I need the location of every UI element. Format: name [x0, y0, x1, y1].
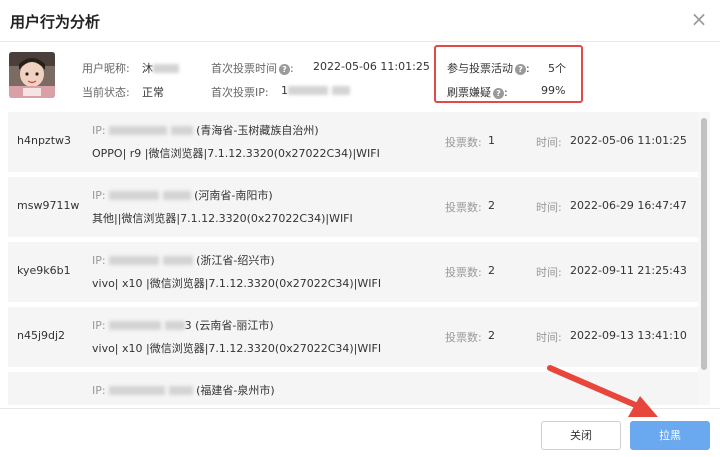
first-vote-time-label: 首次投票时间?:: [211, 62, 294, 75]
time-value: 2022-06-29 16:47:47: [570, 199, 687, 212]
vote-count-label: 投票数:: [445, 201, 482, 214]
dialog-title: 用户行为分析: [10, 13, 101, 31]
time-label: 时间:: [536, 266, 562, 279]
list-item: IP: (福建省-泉州市): [8, 372, 698, 405]
redacted-ip: [109, 386, 166, 395]
ip-line: IP: (青海省-玉树藏族自治州): [92, 124, 319, 137]
help-icon[interactable]: ?: [279, 64, 290, 75]
avatar-image: [9, 52, 55, 98]
scrollbar-thumb[interactable]: [701, 118, 707, 370]
vote-record-list[interactable]: h4npztw3 IP: (青海省-玉树藏族自治州) OPPO| r9 |微信浏…: [8, 112, 698, 405]
list-item: kye9k6b1 IP: (浙江省-绍兴市) vivo| x10 |微信浏览器|…: [8, 242, 698, 302]
device-info: vivo| x10 |微信浏览器|7.1.12.3320(0x27022C34)…: [92, 277, 382, 290]
redacted-ip: [109, 126, 168, 135]
ip-line: IP: 3 (云南省-丽江市): [92, 319, 274, 332]
record-id: h4npztw3: [17, 134, 72, 147]
status-value: 正常: [142, 86, 164, 99]
blacklist-button[interactable]: 拉黑: [630, 421, 710, 450]
ip-line: IP: (浙江省-绍兴市): [92, 254, 275, 267]
record-id: n45j9dj2: [17, 329, 66, 342]
first-vote-ip-value: 1: [281, 84, 350, 97]
vote-count-label: 投票数:: [445, 331, 482, 344]
redacted-ip: [162, 191, 191, 200]
list-item: msw9711w IP: (河南省-南阳市) 其他||微信浏览器|7.1.12.…: [8, 177, 698, 237]
close-button[interactable]: 关闭: [541, 421, 621, 450]
nickname-value: 沐: [142, 60, 179, 76]
vote-count-label: 投票数:: [445, 266, 482, 279]
list-item: h4npztw3 IP: (青海省-玉树藏族自治州) OPPO| r9 |微信浏…: [8, 112, 698, 172]
user-behavior-dialog: 用户行为分析 × 用户昵称: 沐 当前状态: 正常 首次投票时间?: 2022-…: [0, 0, 720, 457]
time-label: 时间:: [536, 331, 562, 344]
redacted-ip: [288, 86, 328, 95]
time-label: 时间:: [536, 136, 562, 149]
user-info-panel: 用户昵称: 沐 当前状态: 正常 首次投票时间?: 2022-05-06 11:…: [0, 42, 720, 110]
record-id: msw9711w: [17, 199, 80, 212]
ip-line: IP: (福建省-泉州市): [92, 384, 275, 397]
first-vote-ip-label: 首次投票IP:: [211, 86, 269, 99]
time-value: 2022-05-06 11:01:25: [570, 134, 687, 147]
first-vote-time-value: 2022-05-06 11:01:25: [313, 60, 430, 73]
status-label: 当前状态:: [82, 86, 130, 99]
redacted-ip: [109, 191, 160, 200]
time-value: 2022-09-13 13:41:10: [570, 329, 687, 342]
list-item: n45j9dj2 IP: 3 (云南省-丽江市) vivo| x10 |微信浏览…: [8, 307, 698, 367]
dialog-header: 用户行为分析 ×: [0, 0, 720, 42]
highlight-annotation-box: [434, 45, 583, 103]
footer-divider: [0, 408, 720, 409]
close-icon[interactable]: ×: [688, 8, 710, 30]
vote-count: 2: [488, 329, 495, 342]
device-info: vivo| x10 |微信浏览器|7.1.12.3320(0x27022C34)…: [92, 342, 382, 355]
device-info: OPPO| r9 |微信浏览器|7.1.12.3320(0x27022C34)|…: [92, 147, 380, 160]
time-value: 2022-09-11 21:25:43: [570, 264, 687, 277]
record-id: kye9k6b1: [17, 264, 71, 277]
redacted-ip: [109, 321, 162, 330]
avatar: [9, 52, 55, 98]
redacted-ip: [109, 256, 160, 265]
time-label: 时间:: [536, 201, 562, 214]
redacted-ip: [164, 321, 185, 330]
nickname-label: 用户昵称:: [82, 62, 130, 75]
redacted-nickname: [153, 64, 179, 73]
ip-line: IP: (河南省-南阳市): [92, 189, 273, 202]
vote-count: 1: [488, 134, 495, 147]
device-info: 其他||微信浏览器|7.1.12.3320(0x27022C34)|WIFI: [92, 212, 353, 225]
redacted-ip: [168, 386, 193, 395]
redacted-ip: [170, 126, 193, 135]
redacted-ip: [162, 256, 193, 265]
vote-count: 2: [488, 264, 495, 277]
redacted-ip: [331, 86, 350, 95]
vote-count: 2: [488, 199, 495, 212]
vote-count-label: 投票数:: [445, 136, 482, 149]
